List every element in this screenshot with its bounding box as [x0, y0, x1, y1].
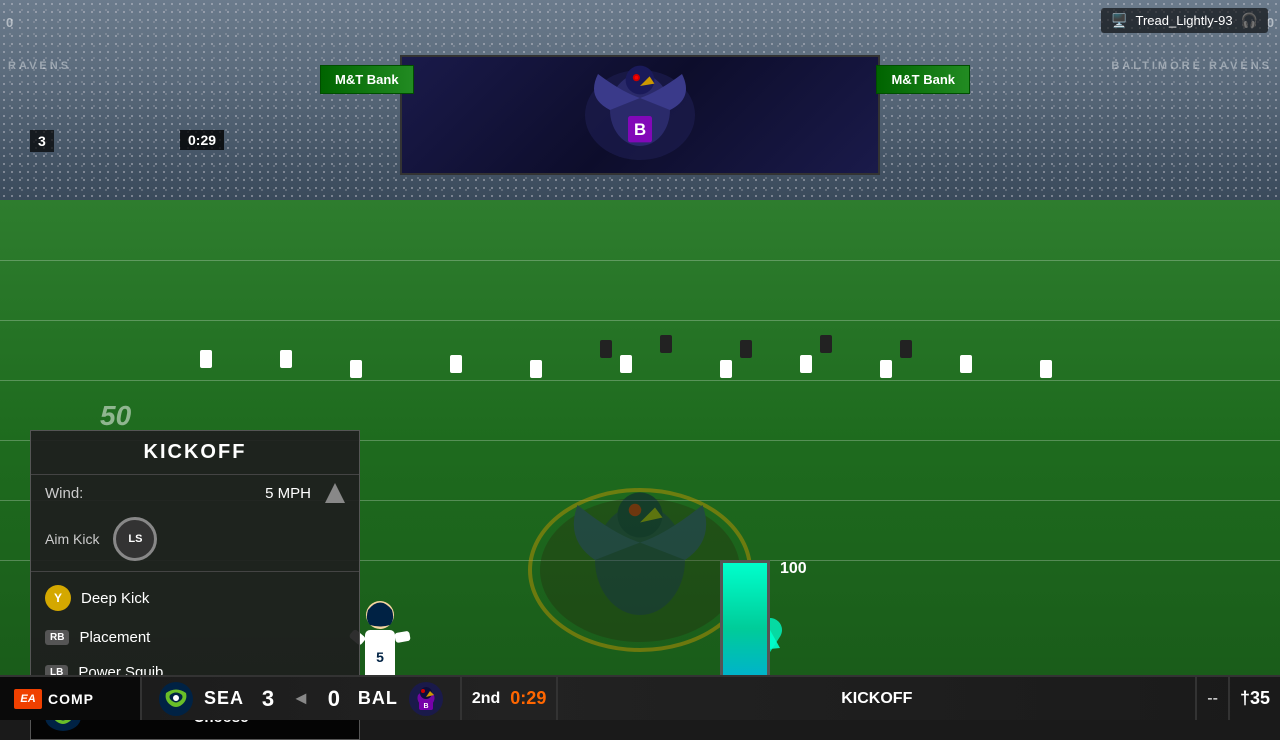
scoreboard-banner: B — [400, 55, 880, 175]
username: Tread_Lightly-93 — [1135, 13, 1232, 28]
away-team-abbr: BAL — [358, 688, 398, 709]
svg-text:B: B — [634, 120, 646, 139]
comp-label: COMP — [48, 691, 94, 707]
aim-kick-label: Aim Kick — [45, 531, 99, 547]
player-white-9 — [880, 360, 892, 378]
player-white-11 — [1040, 360, 1052, 378]
wind-label: Wind: — [45, 485, 83, 502]
player-white-1 — [200, 350, 212, 368]
away-score: 0 — [320, 686, 348, 712]
hud-game-type: KICKOFF — [558, 690, 1195, 708]
home-team-section: SEA 3 ◄ 0 BAL B — [142, 677, 460, 720]
hud-center: 2nd 0:29 — [462, 688, 556, 709]
player-white-10 — [960, 355, 972, 373]
power-meter — [720, 560, 770, 680]
home-team-abbr: SEA — [204, 688, 244, 709]
rb-button: RB — [45, 630, 69, 645]
ls-button: LS — [113, 517, 157, 561]
score-hud-left: 3 — [30, 130, 54, 152]
ravens-side-text-right: BALTIMORE RAVENS — [1111, 60, 1272, 72]
svg-text:B: B — [423, 703, 428, 710]
power-meter-label: 100 — [780, 560, 807, 578]
hud-clock: 0:29 — [510, 688, 546, 709]
hud-dashes: -- — [1197, 690, 1228, 708]
yard-50: 50 — [100, 400, 131, 432]
player-white-2 — [280, 350, 292, 368]
field-line-2 — [0, 320, 1280, 321]
player-dark-1 — [600, 340, 612, 358]
seahawks-hud-logo — [158, 681, 194, 717]
score-arrow: ◄ — [292, 688, 310, 709]
home-score: 3 — [254, 686, 282, 712]
player-white-7 — [720, 360, 732, 378]
aim-kick-row: Aim Kick LS — [31, 511, 359, 571]
deep-kick-option[interactable]: Y Deep Kick — [31, 576, 359, 620]
wind-value: 5 MPH — [91, 485, 311, 502]
bank-sign-right: M&T Bank — [876, 65, 970, 94]
ravens-hud-logo: B — [408, 681, 444, 717]
ravens-logo-center: B — [570, 60, 710, 170]
player-dark-4 — [820, 335, 832, 353]
wind-row: Wind: 5 MPH — [31, 475, 359, 511]
placement-option[interactable]: RB Placement — [31, 620, 359, 655]
headset-icon: 🎧 — [1241, 12, 1258, 29]
player-white-4 — [450, 355, 462, 373]
player-dark-5 — [900, 340, 912, 358]
ravens-side-text: RAVENS — [8, 60, 71, 72]
timer-hud: 0:29 — [180, 130, 224, 150]
user-hud: 🖥️ Tread_Lightly-93 🎧 — [1101, 8, 1268, 33]
bottom-hud: EA COMP SEA 3 ◄ 0 BAL — [0, 675, 1280, 720]
hud-yards: †35 — [1230, 688, 1280, 709]
top-score-left: 0 — [6, 15, 13, 30]
ea-comp-section: EA COMP — [0, 677, 140, 720]
kickoff-title: KICKOFF — [31, 431, 359, 475]
deep-kick-label: Deep Kick — [81, 590, 149, 607]
player-white-3 — [350, 360, 362, 378]
field-line-1 — [0, 260, 1280, 261]
placement-label: Placement — [79, 629, 150, 646]
power-meter-fill — [723, 563, 767, 680]
controller-icon: 🖥️ — [1111, 13, 1127, 29]
player-white-6 — [620, 355, 632, 373]
player-dark-3 — [740, 340, 752, 358]
field-line-3 — [0, 380, 1280, 381]
ea-logo: EA — [14, 689, 42, 709]
player-white-5 — [530, 360, 542, 378]
player-dark-2 — [660, 335, 672, 353]
hud-quarter: 2nd — [472, 690, 500, 708]
svg-text:5: 5 — [376, 649, 384, 665]
y-button: Y — [45, 585, 71, 611]
bank-sign-left: M&T Bank — [320, 65, 414, 94]
player-white-8 — [800, 355, 812, 373]
wind-arrow-icon — [325, 483, 345, 503]
